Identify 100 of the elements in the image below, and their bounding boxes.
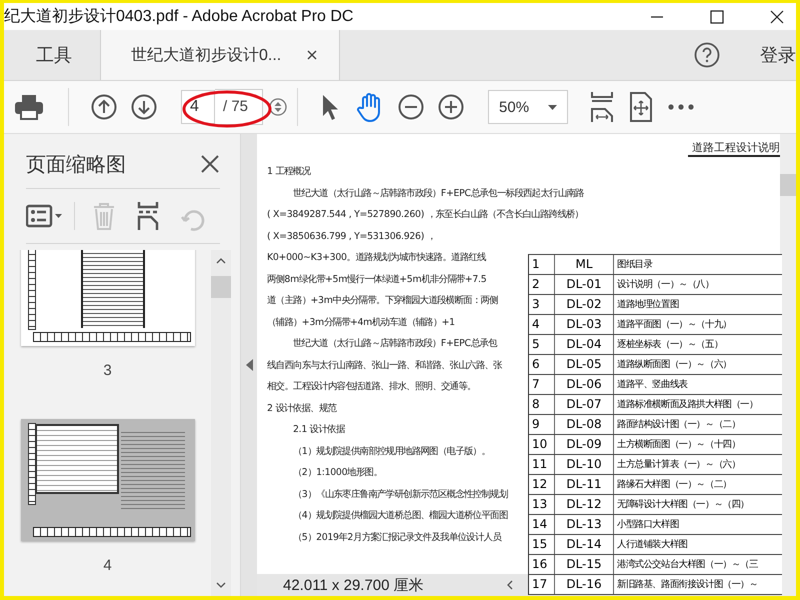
table-cell-text: 无障碍设计大样图（一）～（四） [616, 498, 750, 511]
scroll-left-icon[interactable] [507, 580, 513, 590]
table-cell-text: 设计说明（一）～（八） [616, 278, 714, 291]
fit-page-icon[interactable] [590, 91, 614, 123]
sign-in-link[interactable]: 登录 [760, 43, 796, 67]
table-cell-text: 道路标准横断面及路拱大样图（一） [616, 398, 758, 411]
zoom-dropdown[interactable]: 50% [488, 90, 568, 124]
text-line: ( X=3849287.544 , Y=527890.260) ，东至长白山路（不含长白山路跨线桥） [267, 208, 584, 222]
table-cell-text: 道路平面图（一）～（十九） [616, 318, 732, 331]
table-cell-text: 道路纵断面图（一）～（六） [616, 358, 732, 371]
maximize-icon[interactable] [710, 10, 724, 24]
scroll-mode-icon[interactable] [628, 92, 654, 122]
text-line: （3）《山东枣庄鲁南产学研创新示范区概念性控制规划 [293, 488, 508, 502]
table-cell: 14 [529, 515, 555, 534]
close-icon[interactable] [307, 50, 318, 60]
text-line: （2）1:1000地形图。 [293, 466, 382, 480]
table-cell-text: 土方横断面图（一）～（十四） [616, 438, 740, 451]
scroll-down-icon[interactable] [216, 582, 226, 588]
scrollbar[interactable] [780, 134, 796, 596]
table-cell: DL-03 [555, 315, 614, 334]
scroll-up-icon[interactable] [216, 258, 226, 264]
table-cell: DL-05 [555, 355, 614, 374]
table-cell: DL-01 [555, 275, 614, 294]
table-cell: 7 [529, 375, 555, 394]
table-cell: 15 [529, 535, 555, 554]
text-line: 2 设计依据、规范 [267, 402, 336, 416]
table-cell: 13 [529, 495, 555, 514]
table-cell: ML [555, 255, 614, 274]
zoom-in-icon[interactable] [438, 94, 464, 120]
table-cell: 1 [529, 255, 555, 274]
help-icon[interactable] [694, 42, 720, 68]
text-line: （5）2019年2月方案汇报记录文件及我单位设计人员 [293, 530, 501, 544]
table-cell: DL-02 [555, 295, 614, 314]
collapse-icon[interactable] [246, 359, 252, 371]
page-size-label: 42.011 x 29.700 厘米 [282, 576, 425, 594]
table-cell-text: 图纸目录 [616, 258, 652, 271]
text-line: 道（主路）+3m中央分隔带。下穿榴园大道段横断面：两侧 [267, 294, 498, 308]
table-cell: 17 [529, 575, 555, 594]
text-line: （4）规划院提供榴园大道桥总图、榴园大道桥位平面图 [293, 509, 508, 523]
table-cell: DL-12 [555, 495, 614, 514]
text-line: K0+000~K3+300。道路规划为城市快速路。道路红线 [267, 251, 486, 265]
table-cell: DL-16 [555, 575, 614, 594]
next-page-icon[interactable] [131, 94, 157, 120]
text-line: ( X=3850636.799 , Y=531306.926) ， [267, 230, 436, 244]
print-icon[interactable] [14, 94, 44, 120]
document-tab[interactable]: 世纪大道初步设计0... [100, 30, 340, 80]
text-line: 世纪大道（太行山路～店韩路市政段）F+EPC总承包一标段西起太行山南路 [293, 186, 584, 200]
scrollbar[interactable] [211, 250, 231, 596]
scroll-thumb[interactable] [780, 174, 796, 196]
table-cell: 16 [529, 555, 555, 574]
text-line: 2.1 设计依据 [293, 423, 344, 437]
previous-page-icon[interactable] [91, 94, 117, 120]
table-cell: 8 [529, 395, 555, 414]
table-cell: DL-04 [555, 335, 614, 354]
zoom-out-icon[interactable] [398, 94, 424, 120]
page-thumbnail[interactable] [20, 419, 194, 541]
table-cell-text: 路缘石大样图（一）～（二） [616, 478, 732, 491]
table-cell: 2 [529, 275, 555, 294]
close-icon[interactable] [200, 154, 220, 174]
page-thumbnail[interactable] [20, 250, 194, 346]
table-cell: 6 [529, 355, 555, 374]
text-line: 相交。工程设计内容包括道路、排水、照明、交通等。 [267, 380, 476, 394]
table-cell-text: 人行道铺装大样图 [616, 538, 688, 551]
stepper-icon[interactable] [269, 98, 288, 116]
table-cell: 11 [529, 455, 555, 474]
table-cell-text: 道路平、竖曲线表 [616, 378, 688, 391]
page-number: 4 [103, 557, 112, 574]
window-title: 纪大道初步设计0403.pdf - Adobe Acrobat Pro DC [4, 6, 354, 27]
table-cell: DL-06 [555, 375, 614, 394]
text-line: 1 工程概况 [267, 165, 310, 179]
table-cell: DL-13 [555, 515, 614, 534]
table-cell: 12 [529, 475, 555, 494]
table-cell-text: 路面结构设计图（一）～（二） [616, 418, 740, 431]
text-line: （辅路）+3m分隔带+4m机动车道（辅路）+1 [267, 316, 455, 330]
table-cell: DL-11 [555, 475, 614, 494]
table-cell: DL-07 [555, 395, 614, 414]
table-cell: DL-14 [555, 535, 614, 554]
table-cell: 10 [529, 435, 555, 454]
table-cell-text: 港湾式公交站台大样图（一）～（三 [616, 558, 758, 571]
page-number: 3 [103, 362, 112, 379]
table-cell-text: 逐桩坐标表（一）～（五） [616, 338, 723, 351]
text-line: 两侧8m绿化带+5m慢行一体绿道+5m机非分隔带+7.5 [267, 272, 486, 286]
table-cell: DL-15 [555, 555, 614, 574]
table-cell: DL-08 [555, 415, 614, 434]
close-icon[interactable] [770, 10, 784, 24]
text-line: （1）规划院提供南部控规用地路网图（电子版）。 [293, 444, 490, 458]
more-icon[interactable] [668, 104, 694, 110]
table-cell: 4 [529, 315, 555, 334]
text-line: 世纪大道（太行山路～店韩路市政段）F+EPC总承包 [293, 337, 497, 351]
table-cell-text: 新旧路基、路面衔接设计图（一）～ [616, 578, 758, 591]
table-cell: 5 [529, 335, 555, 354]
table-cell: 3 [529, 295, 555, 314]
table-cell: DL-10 [555, 455, 614, 474]
table-cell-text: 道路地理位置图 [616, 298, 679, 311]
scroll-thumb[interactable] [211, 276, 231, 298]
table-cell-text: 土方总量计算表（一）～（六） [616, 458, 740, 471]
table-cell-text: 小型路口大样图 [616, 518, 679, 531]
panel-title: 页面缩略图 [26, 152, 126, 178]
document-tab[interactable]: 工具 [4, 30, 100, 80]
caret-icon [548, 104, 558, 110]
